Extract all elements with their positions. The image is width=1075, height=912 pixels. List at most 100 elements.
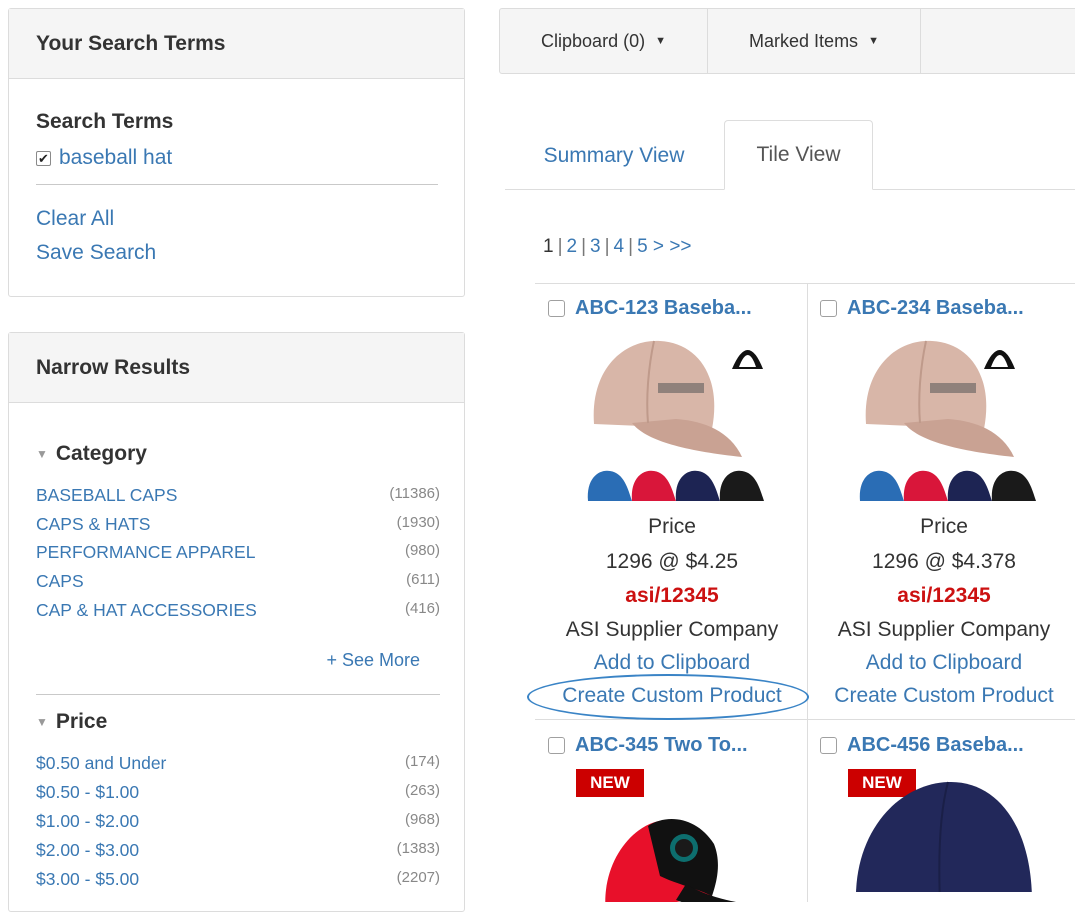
facet-count: (611) bbox=[406, 571, 440, 588]
facet-label[interactable]: $0.50 and Under bbox=[36, 753, 166, 774]
category-title: Category bbox=[55, 442, 147, 465]
facet-count: (968) bbox=[404, 811, 440, 828]
page-link-4[interactable]: 4 bbox=[614, 236, 625, 257]
search-terms-title: Search Terms bbox=[36, 110, 174, 133]
facet-count: (11386) bbox=[389, 485, 440, 502]
facet-item-cap-hat-accessories[interactable]: CAP & HAT ACCESSORIES (416) bbox=[36, 600, 440, 621]
facet-item-caps[interactable]: CAPS (611) bbox=[36, 571, 440, 592]
facet-label[interactable]: $3.00 - $5.00 bbox=[36, 869, 139, 890]
divider bbox=[36, 184, 438, 185]
product-checkbox[interactable] bbox=[820, 736, 837, 754]
search-term-item[interactable]: ✔ baseball hat bbox=[36, 146, 172, 170]
search-term-label[interactable]: baseball hat bbox=[59, 146, 172, 170]
next-page-link[interactable]: > bbox=[653, 236, 664, 257]
grid-divider bbox=[535, 283, 1075, 284]
results-toolbar: Clipboard (0) ▼ Marked Items ▼ bbox=[499, 8, 1075, 74]
product-title[interactable]: ABC-456 Baseba... bbox=[847, 734, 1024, 757]
facet-count: (2207) bbox=[396, 869, 440, 886]
product-title-row[interactable]: ABC-123 Baseba... bbox=[548, 295, 808, 321]
facet-item-price-4[interactable]: $2.00 - $3.00 (1383) bbox=[36, 840, 440, 861]
facet-item-price-5[interactable]: $3.00 - $5.00 (2207) bbox=[36, 869, 440, 890]
clipboard-dropdown[interactable]: Clipboard (0) ▼ bbox=[500, 9, 708, 73]
marked-items-dropdown[interactable]: Marked Items ▼ bbox=[708, 9, 921, 73]
search-terms-header: Your Search Terms bbox=[9, 9, 464, 79]
highlight-ellipse bbox=[527, 674, 809, 720]
supplier-name: ASI Supplier Company bbox=[837, 618, 1051, 641]
navy-cap-image[interactable] bbox=[808, 772, 1075, 892]
caret-down-icon: ▼ bbox=[36, 715, 48, 729]
trucker-cap-image[interactable] bbox=[536, 804, 808, 902]
product-title[interactable]: ABC-345 Two To... bbox=[575, 734, 748, 757]
marked-items-label: Marked Items bbox=[749, 30, 859, 51]
facet-count: (980) bbox=[404, 542, 440, 559]
narrow-results-panel: Narrow Results ▼ Category BASEBALL CAPS … bbox=[8, 332, 465, 912]
facet-label[interactable]: CAPS bbox=[36, 571, 84, 592]
caret-down-icon: ▼ bbox=[868, 35, 879, 47]
product-code: asi/12345 bbox=[897, 584, 991, 607]
facet-item-caps-hats[interactable]: CAPS & HATS (1930) bbox=[36, 514, 440, 535]
narrow-results-header: Narrow Results bbox=[9, 333, 464, 403]
product-checkbox[interactable] bbox=[548, 299, 565, 317]
facet-item-price-2[interactable]: $0.50 - $1.00 (263) bbox=[36, 782, 440, 803]
facet-count: (1930) bbox=[396, 514, 440, 531]
facet-label[interactable]: $2.00 - $3.00 bbox=[36, 840, 139, 861]
product-code: asi/12345 bbox=[625, 584, 719, 607]
caret-down-icon: ▼ bbox=[36, 447, 48, 461]
page-current: 1 bbox=[543, 236, 554, 257]
price-label: Price bbox=[648, 515, 696, 538]
new-badge: NEW bbox=[576, 769, 644, 797]
divider bbox=[36, 694, 440, 695]
add-to-clipboard-link[interactable]: Add to Clipboard bbox=[536, 651, 808, 675]
price-label: Price bbox=[920, 515, 968, 538]
product-title[interactable]: ABC-123 Baseba... bbox=[575, 297, 752, 320]
price-value: 1296 @ $4.378 bbox=[872, 550, 1016, 573]
product-checkbox[interactable] bbox=[548, 736, 565, 754]
facet-item-performance-apparel[interactable]: PERFORMANCE APPAREL (980) bbox=[36, 542, 440, 563]
clipboard-label: Clipboard (0) bbox=[541, 30, 646, 51]
facet-item-price-1[interactable]: $0.50 and Under (174) bbox=[36, 753, 440, 774]
product-tile: ABC-345 Two To... NEW bbox=[536, 732, 808, 902]
caret-down-icon: ▼ bbox=[655, 35, 666, 47]
facet-label[interactable]: PERFORMANCE APPAREL bbox=[36, 542, 255, 563]
search-terms-panel: Your Search Terms Search Terms ✔ basebal… bbox=[8, 8, 465, 297]
baseball-cap-image[interactable] bbox=[536, 329, 808, 504]
facet-label[interactable]: CAP & HAT ACCESSORIES bbox=[36, 600, 257, 621]
product-title-row[interactable]: ABC-234 Baseba... bbox=[820, 295, 1075, 321]
facet-count: (416) bbox=[404, 600, 440, 617]
clear-all-link[interactable]: Clear All bbox=[36, 207, 114, 231]
product-title-row[interactable]: ABC-345 Two To... bbox=[548, 732, 808, 758]
product-tile: ABC-234 Baseba... Price 1296 @ $4.378 as… bbox=[808, 295, 1075, 715]
last-page-link[interactable]: >> bbox=[669, 236, 691, 257]
create-custom-product-link[interactable]: Create Custom Product bbox=[808, 684, 1075, 708]
product-title[interactable]: ABC-234 Baseba... bbox=[847, 297, 1024, 320]
search-term-checkbox[interactable]: ✔ bbox=[36, 150, 51, 166]
category-facet-toggle[interactable]: ▼ Category bbox=[36, 442, 147, 466]
price-value: 1296 @ $4.25 bbox=[605, 550, 739, 573]
price-facet-toggle[interactable]: ▼ Price bbox=[36, 710, 107, 734]
facet-label[interactable]: BASEBALL CAPS bbox=[36, 485, 177, 506]
facet-item-price-3[interactable]: $1.00 - $2.00 (968) bbox=[36, 811, 440, 832]
product-tile: ABC-456 Baseba... NEW bbox=[808, 732, 1075, 902]
facet-label[interactable]: $1.00 - $2.00 bbox=[36, 811, 139, 832]
page-link-5[interactable]: 5 bbox=[637, 236, 648, 257]
page-link-2[interactable]: 2 bbox=[567, 236, 578, 257]
add-to-clipboard-link[interactable]: Add to Clipboard bbox=[808, 651, 1075, 675]
product-tile: ABC-123 Baseba... Price 1296 @ $4.25 asi… bbox=[536, 295, 808, 715]
save-search-link[interactable]: Save Search bbox=[36, 241, 156, 265]
supplier-name: ASI Supplier Company bbox=[565, 618, 779, 641]
product-title-row[interactable]: ABC-456 Baseba... bbox=[820, 732, 1075, 758]
grid-divider bbox=[535, 719, 1075, 720]
facet-label[interactable]: CAPS & HATS bbox=[36, 514, 150, 535]
see-more-link[interactable]: + See More bbox=[326, 650, 420, 671]
product-checkbox[interactable] bbox=[820, 299, 837, 317]
pagination: 1 | 2 | 3 | 4 | 5 > >> bbox=[543, 236, 692, 257]
facet-count: (263) bbox=[404, 782, 440, 799]
facet-count: (174) bbox=[404, 753, 440, 770]
tab-summary-view[interactable]: Summary View bbox=[520, 120, 708, 192]
page-link-3[interactable]: 3 bbox=[590, 236, 601, 257]
facet-label[interactable]: $0.50 - $1.00 bbox=[36, 782, 139, 803]
baseball-cap-image[interactable] bbox=[808, 329, 1075, 504]
price-title: Price bbox=[55, 710, 108, 733]
facet-item-baseball-caps[interactable]: BASEBALL CAPS (11386) bbox=[36, 485, 440, 506]
tab-tile-view[interactable]: Tile View bbox=[724, 120, 873, 190]
